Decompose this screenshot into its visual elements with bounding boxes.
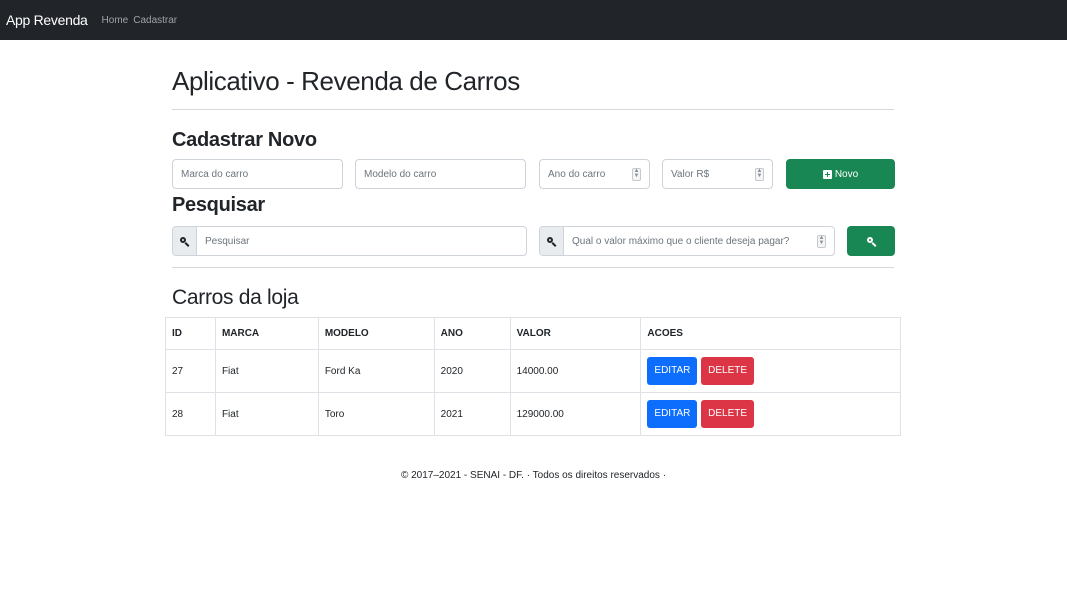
novo-button-label: Novo xyxy=(834,168,859,180)
footer: © 2017–2021 - SENAI - DF. · Todos os dir… xyxy=(400,470,667,481)
max-value-placeholder: Qual o valor máximo que o cliente deseja… xyxy=(572,235,790,247)
search-button[interactable] xyxy=(847,226,895,256)
modelo-placeholder: Modelo do carro xyxy=(364,168,437,180)
search-addon xyxy=(173,227,197,255)
navbar-brand[interactable]: App Revenda xyxy=(6,12,88,28)
column-header-marca: MARCA xyxy=(214,317,319,350)
nav-link-cadastrar[interactable]: Cadastrar xyxy=(133,15,177,26)
delete-button[interactable]: DELETE xyxy=(701,357,755,385)
ano-placeholder: Ano do carro xyxy=(548,168,606,180)
search-icon xyxy=(180,236,189,246)
max-value-field[interactable]: Qual o valor máximo que o cliente deseja… xyxy=(539,226,835,256)
cars-table: ID MARCA MODELO ANO VALOR ACOES 27 Fiat … xyxy=(165,317,901,436)
search-icon xyxy=(866,236,876,246)
cell-id: 28 xyxy=(165,392,216,436)
max-value-spinner-icon[interactable]: ▲ ▼ xyxy=(817,235,826,248)
cell-ano: 2020 xyxy=(433,349,511,393)
column-header-modelo: MODELO xyxy=(317,317,435,350)
ano-spinner-icon[interactable]: ▲ ▼ xyxy=(632,168,641,181)
cell-modelo: Toro xyxy=(317,392,435,436)
cell-marca: Fiat xyxy=(214,349,319,393)
cell-acoes: EDITAR DELETE xyxy=(640,392,901,436)
cell-marca: Fiat xyxy=(214,392,319,436)
max-value-addon xyxy=(540,227,564,255)
edit-button[interactable]: EDITAR xyxy=(647,400,698,428)
search-placeholder: Pesquisar xyxy=(205,235,250,247)
search-icon xyxy=(547,236,556,246)
nav-link-home[interactable]: Home xyxy=(102,15,129,26)
edit-button[interactable]: EDITAR xyxy=(647,357,698,385)
cell-modelo: Ford Ka xyxy=(317,349,435,393)
ano-input[interactable]: Ano do carro ▲ ▼ xyxy=(539,159,650,189)
valor-placeholder: Valor R$ xyxy=(671,168,710,180)
marca-placeholder: Marca do carro xyxy=(181,168,249,180)
divider-top xyxy=(172,109,894,110)
carros-heading: Carros da loja xyxy=(172,286,299,309)
cell-acoes: EDITAR DELETE xyxy=(640,349,901,393)
divider-middle xyxy=(172,267,894,268)
cell-valor: 14000.00 xyxy=(509,349,642,393)
table-row: 28 Fiat Toro 2021 129000.00 EDITAR DELET… xyxy=(165,392,901,436)
table-header-row: ID MARCA MODELO ANO VALOR ACOES xyxy=(165,317,901,350)
valor-input[interactable]: Valor R$ ▲ ▼ xyxy=(662,159,773,189)
cell-valor: 129000.00 xyxy=(509,392,642,436)
column-header-valor: VALOR xyxy=(509,317,642,350)
cell-ano: 2021 xyxy=(433,392,511,436)
column-header-id: ID xyxy=(165,317,216,350)
delete-button[interactable]: DELETE xyxy=(701,400,755,428)
pesquisar-heading: Pesquisar xyxy=(172,194,265,216)
cell-id: 27 xyxy=(165,349,216,393)
marca-input[interactable]: Marca do carro xyxy=(172,159,343,189)
column-header-acoes: ACOES xyxy=(640,317,901,350)
navbar: App Revenda Home Cadastrar xyxy=(0,0,1067,40)
cadastrar-heading: Cadastrar Novo xyxy=(172,129,317,151)
modelo-input[interactable]: Modelo do carro xyxy=(355,159,526,189)
column-header-ano: ANO xyxy=(433,317,511,350)
search-field[interactable]: Pesquisar xyxy=(172,226,527,256)
plus-square-icon xyxy=(822,169,832,179)
novo-button[interactable]: Novo xyxy=(786,159,895,189)
page-title: Aplicativo - Revenda de Carros xyxy=(172,66,520,96)
table-row: 27 Fiat Ford Ka 2020 14000.00 EDITAR DEL… xyxy=(165,349,901,393)
valor-spinner-icon[interactable]: ▲ ▼ xyxy=(755,168,764,181)
